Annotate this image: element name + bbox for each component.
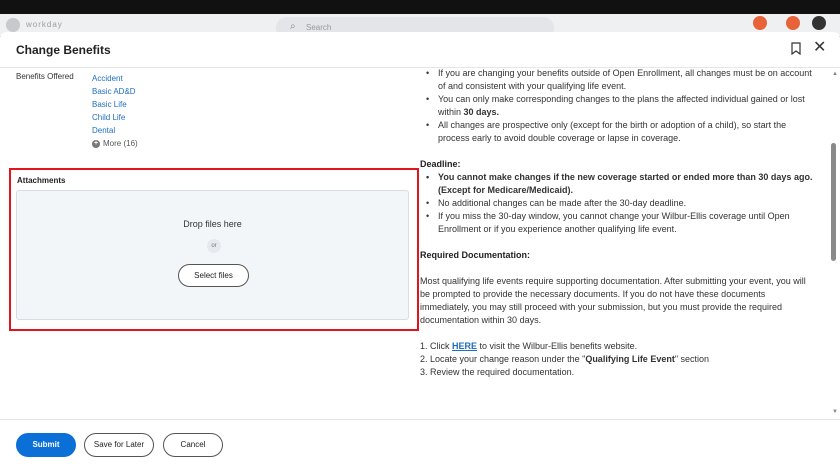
benefits-offered-label: Benefits Offered — [16, 72, 74, 81]
file-dropzone[interactable]: Drop files here or Select files — [16, 190, 409, 320]
attachments-highlight: Attachments Drop files here or Select fi… — [9, 168, 419, 331]
bookmark-icon[interactable] — [791, 42, 801, 55]
plus-icon: + — [92, 139, 100, 148]
inbox-icon[interactable] — [786, 16, 800, 30]
cancel-button[interactable]: Cancel — [163, 433, 223, 457]
modal-footer: Submit Save for Later Cancel — [0, 419, 840, 469]
benefit-link-child-life[interactable]: Child Life — [92, 111, 136, 124]
deadline-bullet: If you miss the 30-day window, you canno… — [420, 210, 815, 236]
attachments-label: Attachments — [17, 176, 66, 185]
modal-title: Change Benefits — [16, 43, 111, 57]
info-bullet: You can only make corresponding changes … — [420, 93, 815, 119]
scroll-up-arrow-icon[interactable]: ▲ — [832, 71, 838, 77]
app-logo-icon — [6, 18, 20, 32]
scrollbar-thumb[interactable] — [831, 143, 836, 261]
more-benefits-label: More (16) — [103, 139, 138, 148]
deadline-title: Deadline: — [420, 159, 461, 169]
change-benefits-modal: Change Benefits ✕ Benefits Offered Accid… — [0, 32, 840, 469]
benefit-link-accident[interactable]: Accident — [92, 72, 136, 85]
submit-button[interactable]: Submit — [16, 433, 76, 457]
step-3: 3. Review the required documentation. — [420, 367, 575, 377]
more-benefits-toggle[interactable]: + More (16) — [92, 139, 138, 148]
top-black-bar — [0, 0, 840, 14]
step-2-prefix: 2. Locate your change reason under the " — [420, 354, 586, 364]
info-bullet: All changes are prospective only (except… — [420, 119, 815, 145]
modal-header: Change Benefits ✕ — [0, 32, 840, 68]
benefit-link-dental[interactable]: Dental — [92, 124, 136, 137]
search-icon: ⌕ — [290, 21, 296, 32]
instructions-panel: If you are changing your benefits outsid… — [420, 68, 815, 418]
deadline-bullet: No additional changes can be made after … — [420, 197, 815, 210]
app-brand: workday — [26, 20, 63, 29]
scroll-down-arrow-icon[interactable]: ▼ — [832, 409, 838, 415]
benefits-list: Accident Basic AD&D Basic Life Child Lif… — [92, 72, 136, 137]
avatar[interactable] — [812, 16, 826, 30]
or-divider: or — [207, 239, 221, 253]
step-2: 2. Locate your change reason under the "… — [420, 353, 815, 366]
required-docs-paragraph: Most qualifying life events require supp… — [420, 276, 806, 325]
step-2-bold: Qualifying Life Event — [585, 354, 675, 364]
search-placeholder: Search — [306, 23, 332, 32]
drop-files-text: Drop files here — [183, 219, 242, 229]
required-docs-title: Required Documentation: — [420, 250, 531, 260]
notifications-icon[interactable] — [753, 16, 767, 30]
info-bullet-bold: 30 days. — [463, 107, 500, 117]
close-icon[interactable]: ✕ — [813, 38, 826, 58]
step-1-prefix: 1. Click — [420, 341, 453, 351]
step-2-suffix: " section — [674, 354, 710, 364]
info-bullet: If you are changing your benefits outsid… — [420, 68, 815, 93]
step-1: 1. Click HERE to visit the Wilbur-Ellis … — [420, 340, 815, 353]
here-link[interactable]: HERE — [452, 341, 477, 351]
benefit-link-basic-life[interactable]: Basic Life — [92, 98, 136, 111]
benefit-link-basic-add[interactable]: Basic AD&D — [92, 85, 136, 98]
save-for-later-button[interactable]: Save for Later — [84, 433, 154, 457]
deadline-bullet: You cannot make changes if the new cover… — [420, 171, 815, 197]
select-files-button[interactable]: Select files — [178, 264, 249, 287]
step-1-suffix: to visit the Wilbur-Ellis benefits websi… — [477, 341, 638, 351]
